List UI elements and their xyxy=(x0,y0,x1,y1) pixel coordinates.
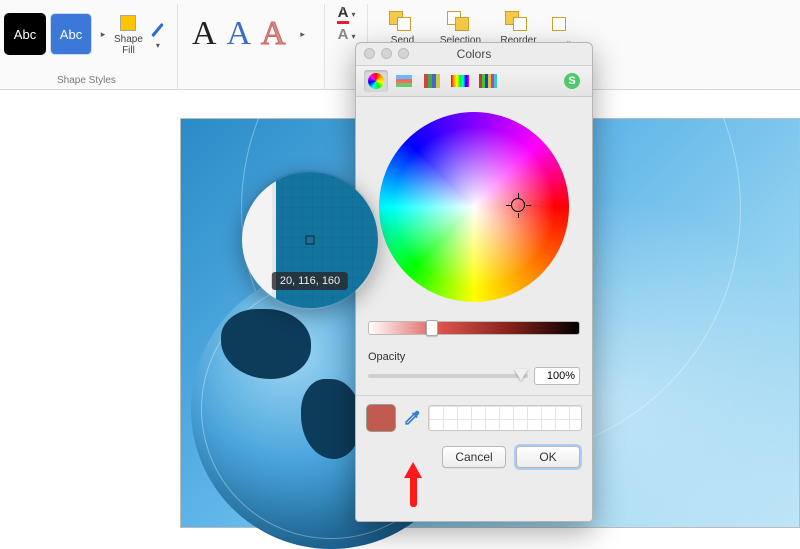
dialog-buttons: Cancel OK xyxy=(356,438,592,478)
saved-swatches[interactable] xyxy=(428,405,582,431)
shape-style-more-icon[interactable]: ▸ xyxy=(96,29,110,40)
wordart-style-blue[interactable]: A xyxy=(226,15,251,53)
eyedropper-loupe[interactable]: 20, 116, 160 xyxy=(240,170,380,310)
wordart-style-red[interactable]: A xyxy=(261,15,286,53)
wheel-icon xyxy=(368,73,384,89)
loupe-rgb-readout: 20, 116, 160 xyxy=(272,272,348,290)
image-palettes-tab[interactable] xyxy=(448,70,472,92)
group-shape-styles: Abc Abc ▸ Shape Fill ▾ Shape Styles xyxy=(0,4,178,90)
ok-button[interactable]: OK xyxy=(516,446,580,468)
color-wheel[interactable] xyxy=(379,112,569,302)
shape-style-thumb-dark[interactable]: Abc xyxy=(4,13,46,55)
color-wheel-cursor[interactable] xyxy=(511,198,525,212)
opacity-block: Opacity xyxy=(356,339,592,389)
brightness-slider[interactable] xyxy=(356,317,592,339)
pen-icon xyxy=(147,19,169,41)
colors-panel: Colors S Opacity xyxy=(355,42,593,522)
eyedropper-icon xyxy=(402,407,422,429)
color-sliders-tab[interactable] xyxy=(392,70,416,92)
sliders-icon xyxy=(396,75,412,87)
color-wheel-tab[interactable] xyxy=(364,70,388,92)
window-controls[interactable] xyxy=(364,48,409,59)
brightness-handle[interactable] xyxy=(426,320,438,336)
shape-outline-button[interactable]: ▾ xyxy=(147,19,169,50)
zoom-icon[interactable] xyxy=(398,48,409,59)
paint-bucket-icon xyxy=(117,12,139,34)
cycle-icon: S xyxy=(564,73,580,89)
shape-style-thumb-blue[interactable]: Abc xyxy=(50,13,92,55)
colors-toolbar: S xyxy=(356,65,592,97)
shape-fill-label: Shape Fill xyxy=(114,34,143,56)
group-label-shape-styles: Shape Styles xyxy=(57,75,116,90)
color-palettes-tab[interactable] xyxy=(420,70,444,92)
cancel-button[interactable]: Cancel xyxy=(442,446,506,468)
spectrum-icon xyxy=(451,75,469,87)
close-icon[interactable] xyxy=(364,48,375,59)
color-cycle-button[interactable]: S xyxy=(560,70,584,92)
colors-title-text: Colors xyxy=(457,47,492,61)
shape-fill-button[interactable]: Shape Fill xyxy=(114,12,143,56)
opacity-handle[interactable] xyxy=(514,369,528,381)
opacity-slider[interactable] xyxy=(368,374,528,378)
loupe-target-icon xyxy=(306,236,315,245)
colors-titlebar[interactable]: Colors xyxy=(356,43,592,65)
wordart-style-black[interactable]: A xyxy=(192,15,217,53)
swatch-row xyxy=(356,395,592,438)
opacity-input[interactable] xyxy=(534,367,580,385)
color-wheel-area xyxy=(356,97,592,317)
chevron-down-icon: ▾ xyxy=(156,41,160,50)
minimize-icon[interactable] xyxy=(381,48,392,59)
eyedropper-button[interactable] xyxy=(402,407,422,429)
pencils-tab[interactable] xyxy=(476,70,500,92)
palette-icon xyxy=(424,74,440,88)
current-color-swatch[interactable] xyxy=(366,404,396,432)
opacity-label: Opacity xyxy=(368,351,405,363)
group-label-wordart xyxy=(249,75,252,90)
pencils-icon xyxy=(479,74,497,88)
